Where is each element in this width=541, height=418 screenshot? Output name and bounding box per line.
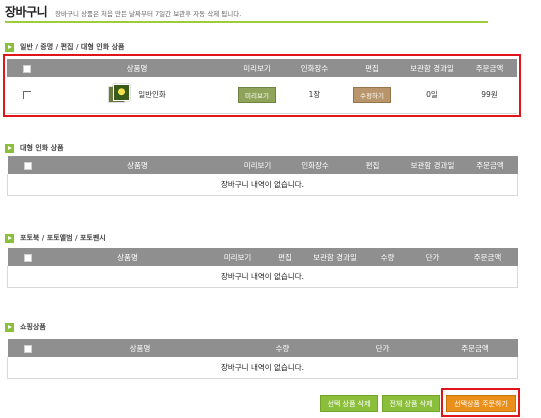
product-cell: 일반인화 (47, 77, 227, 114)
column-header: 인화장수 (287, 59, 342, 77)
cart-table-large-print: 상품명 미리보기 인화장수 편집 보관함 경과일 주문금액 장바구니 내역이 없… (7, 156, 518, 196)
edit-cell: 수정하기 (342, 77, 402, 114)
section-title-large-print: 대형 인화 상품 (5, 143, 64, 153)
page-header: 장바구니 장바구니 상품은 처음 만든 날짜부터 7일간 보관후 자동 삭제 됩… (5, 2, 488, 23)
section-title-text: 일반 / 증명 / 편집 / 대형 인화 상품 (20, 43, 125, 51)
column-header: 수량 (232, 339, 333, 357)
select-all-cell[interactable] (7, 339, 48, 357)
column-header: 보관함 경과일 (402, 59, 462, 77)
table-header-row: 상품명 수량 단가 주문금액 (7, 339, 518, 357)
cart-table-general: 상품명 미리보기 인화장수 편집 보관함 경과일 주문금액 일반인화 미리보기 … (7, 59, 517, 114)
empty-message: 장바구니 내역이 없습니다. (7, 357, 518, 379)
select-all-checkbox[interactable] (23, 161, 32, 170)
page-description: 장바구니 상품은 처음 만든 날짜부터 7일간 보관후 자동 삭제 됩니다. (55, 10, 242, 18)
elapsed-days-value: 0일 (402, 77, 462, 114)
section-arrow-icon (5, 233, 14, 243)
section-title-text: 쇼핑상품 (20, 323, 46, 331)
select-all-cell[interactable] (7, 248, 48, 266)
section-arrow-icon (5, 322, 14, 332)
photo-thumbnail-icon[interactable] (108, 83, 131, 106)
column-header: 상품명 (47, 59, 227, 77)
select-all-cell[interactable] (7, 156, 48, 174)
delete-all-button[interactable]: 전체 상품 삭제 (382, 395, 440, 412)
edit-button[interactable]: 수정하기 (353, 86, 391, 103)
empty-row: 장바구니 내역이 없습니다. (7, 266, 518, 288)
column-header: 인화장수 (287, 156, 343, 174)
table-header-row: 상품명 미리보기 편집 보관함 경과일 수량 단가 주문금액 (7, 248, 518, 266)
column-header: 주문금액 (457, 248, 518, 266)
empty-row: 장바구니 내역이 없습니다. (7, 174, 518, 196)
column-header: 보관함 경과일 (402, 156, 463, 174)
row-select-cell[interactable] (7, 77, 47, 114)
section-arrow-icon (5, 42, 14, 52)
delete-selected-button[interactable]: 선택 상품 삭제 (320, 395, 378, 412)
section-title-text: 대형 인화 상품 (20, 144, 64, 152)
column-header: 상품명 (47, 248, 208, 266)
column-header: 미리보기 (227, 59, 287, 77)
empty-message: 장바구니 내역이 없습니다. (7, 266, 518, 288)
table-header-row: 상품명 미리보기 인화장수 편집 보관함 경과일 주문금액 (7, 156, 518, 174)
select-all-cell[interactable] (7, 59, 47, 77)
row-checkbox[interactable] (23, 91, 31, 100)
select-all-checkbox[interactable] (23, 253, 32, 262)
column-header: 주문금액 (432, 339, 518, 357)
column-header: 미리보기 (207, 248, 268, 266)
quantity-value: 1장 (287, 77, 342, 114)
table-row: 일반인화 미리보기 1장 수정하기 0일 99원 (7, 77, 517, 114)
cart-table-photobook: 상품명 미리보기 편집 보관함 경과일 수량 단가 주문금액 장바구니 내역이 … (7, 248, 518, 288)
preview-cell: 미리보기 (227, 77, 287, 114)
column-header: 편집 (267, 248, 303, 266)
table-header-row: 상품명 미리보기 인화장수 편집 보관함 경과일 주문금액 (7, 59, 517, 77)
column-header: 편집 (342, 156, 403, 174)
amount-value: 99원 (462, 77, 517, 114)
select-all-checkbox[interactable] (23, 344, 32, 353)
column-header: 상품명 (47, 156, 228, 174)
column-header: 수량 (367, 248, 408, 266)
column-header: 단가 (332, 339, 433, 357)
section-title-text: 포토북 / 포토앨범 / 포토펜시 (20, 234, 106, 242)
empty-row: 장바구니 내역이 없습니다. (7, 357, 518, 379)
section-title-general: 일반 / 증명 / 편집 / 대형 인화 상품 (5, 42, 124, 52)
empty-message: 장바구니 내역이 없습니다. (7, 174, 518, 196)
column-header: 편집 (342, 59, 402, 77)
column-header: 상품명 (47, 339, 233, 357)
column-header: 주문금액 (462, 59, 517, 77)
column-header: 단가 (407, 248, 458, 266)
order-selected-button[interactable]: 선택상품 주문하기 (446, 395, 516, 412)
page-title: 장바구니 (5, 5, 48, 19)
column-header: 보관함 경과일 (302, 248, 368, 266)
cart-table-shopping: 상품명 수량 단가 주문금액 장바구니 내역이 없습니다. (7, 339, 518, 379)
section-title-photobook: 포토북 / 포토앨범 / 포토펜시 (5, 233, 106, 243)
section-title-shopping: 쇼핑상품 (5, 322, 46, 332)
select-all-checkbox[interactable] (23, 64, 31, 73)
product-name: 일반인화 (138, 90, 166, 100)
section-arrow-icon (5, 143, 14, 153)
column-header: 미리보기 (227, 156, 288, 174)
column-header: 주문금액 (462, 156, 518, 174)
preview-button[interactable]: 미리보기 (238, 86, 276, 103)
